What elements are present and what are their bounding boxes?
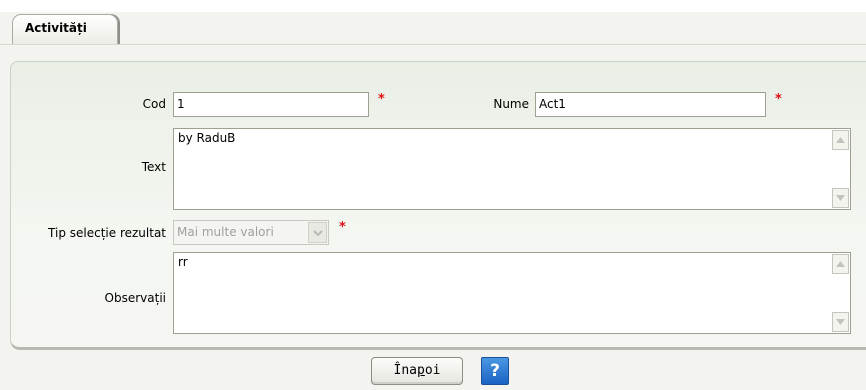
scroll-down-button[interactable] (832, 188, 849, 208)
observatii-textarea-value: rr (178, 255, 188, 269)
cod-input[interactable]: 1 (173, 92, 369, 117)
tab-activitati[interactable]: Activități (12, 14, 118, 44)
tip-selectie-select: Mai multe valori (173, 220, 329, 245)
text-textarea[interactable]: by RaduB (173, 128, 851, 210)
scroll-up-button[interactable] (832, 254, 849, 274)
text-textarea-value: by RaduB (178, 131, 236, 145)
observatii-textarea[interactable]: rr (173, 252, 851, 334)
tab-label: Activități (25, 21, 87, 35)
chevron-down-icon (308, 222, 327, 243)
tip-selectie-value: Mai multe valori (177, 225, 274, 239)
accesskey-letter: p (417, 363, 425, 378)
nume-label: Nume (493, 97, 529, 111)
help-icon[interactable]: ? (481, 357, 509, 385)
tip-selectie-required-mark: * (339, 220, 346, 235)
text-label: Text (141, 160, 166, 174)
tab-divider (0, 44, 866, 45)
cod-required-mark: * (378, 92, 385, 107)
nume-input[interactable]: Act1 (535, 92, 766, 117)
nume-required-mark: * (775, 92, 782, 107)
observatii-label: Observații (104, 291, 166, 305)
back-button[interactable]: Înapoi (371, 357, 463, 385)
scroll-up-button[interactable] (832, 130, 849, 150)
tip-selectie-label: Tip selecție rezultat (48, 226, 166, 240)
scroll-down-button[interactable] (832, 312, 849, 332)
cod-label: Cod (142, 97, 166, 111)
